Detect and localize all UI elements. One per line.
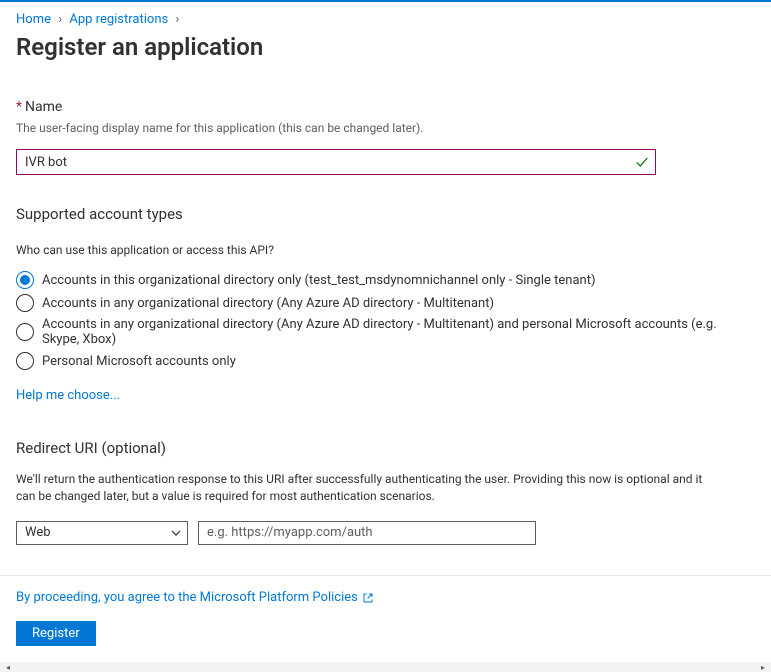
radio-multitenant[interactable]: Accounts in any organizational directory… [16, 294, 755, 312]
radio-icon [16, 294, 34, 312]
required-marker: * [16, 99, 22, 115]
radio-icon [16, 271, 34, 289]
chevron-down-icon [170, 527, 182, 539]
name-label-text: Name [25, 99, 62, 115]
account-types-question: Who can use this application or access t… [16, 243, 755, 257]
radio-label: Personal Microsoft accounts only [42, 354, 236, 369]
redirect-uri-row: Web [16, 521, 755, 545]
checkmark-icon [635, 155, 649, 169]
radio-personal-only[interactable]: Personal Microsoft accounts only [16, 352, 755, 370]
account-types-heading: Supported account types [16, 205, 755, 223]
radio-icon [16, 323, 34, 341]
register-button[interactable]: Register [16, 621, 96, 646]
breadcrumb-home-link[interactable]: Home [16, 12, 51, 27]
external-link-icon [362, 592, 374, 604]
scroll-right-icon: ▸ [755, 662, 771, 672]
page-title: Register an application [16, 33, 755, 61]
breadcrumb: Home › App registrations › [16, 12, 755, 27]
platform-selected-value: Web [25, 525, 51, 540]
redirect-uri-input[interactable] [198, 521, 536, 545]
scroll-left-icon: ◂ [0, 662, 16, 672]
help-me-choose-link[interactable]: Help me choose... [16, 388, 120, 403]
chevron-right-icon: › [175, 12, 179, 27]
radio-single-tenant[interactable]: Accounts in this organizational director… [16, 271, 755, 289]
name-label: *Name [16, 99, 755, 115]
name-field-block: *Name The user-facing display name for t… [16, 99, 755, 175]
radio-icon [16, 352, 34, 370]
redirect-uri-heading: Redirect URI (optional) [16, 439, 755, 457]
radio-multitenant-personal[interactable]: Accounts in any organizational directory… [16, 317, 755, 347]
redirect-uri-description: We'll return the authentication response… [16, 471, 716, 505]
name-input[interactable] [16, 149, 656, 175]
footer-area: By proceeding, you agree to the Microsof… [0, 575, 771, 672]
platform-select[interactable]: Web [16, 521, 188, 545]
account-types-block: Supported account types Who can use this… [16, 205, 755, 403]
policies-link-text: By proceeding, you agree to the Microsof… [16, 590, 358, 605]
radio-label: Accounts in any organizational directory… [42, 317, 755, 347]
horizontal-scrollbar[interactable]: ◂ ▸ [0, 662, 771, 672]
breadcrumb-app-registrations-link[interactable]: App registrations [69, 12, 168, 27]
radio-label: Accounts in any organizational directory… [42, 296, 494, 311]
name-description: The user-facing display name for this ap… [16, 121, 755, 135]
radio-label: Accounts in this organizational director… [42, 273, 595, 288]
account-types-radio-group: Accounts in this organizational director… [16, 271, 755, 370]
chevron-right-icon: › [58, 12, 62, 27]
platform-policies-link[interactable]: By proceeding, you agree to the Microsof… [16, 590, 374, 605]
